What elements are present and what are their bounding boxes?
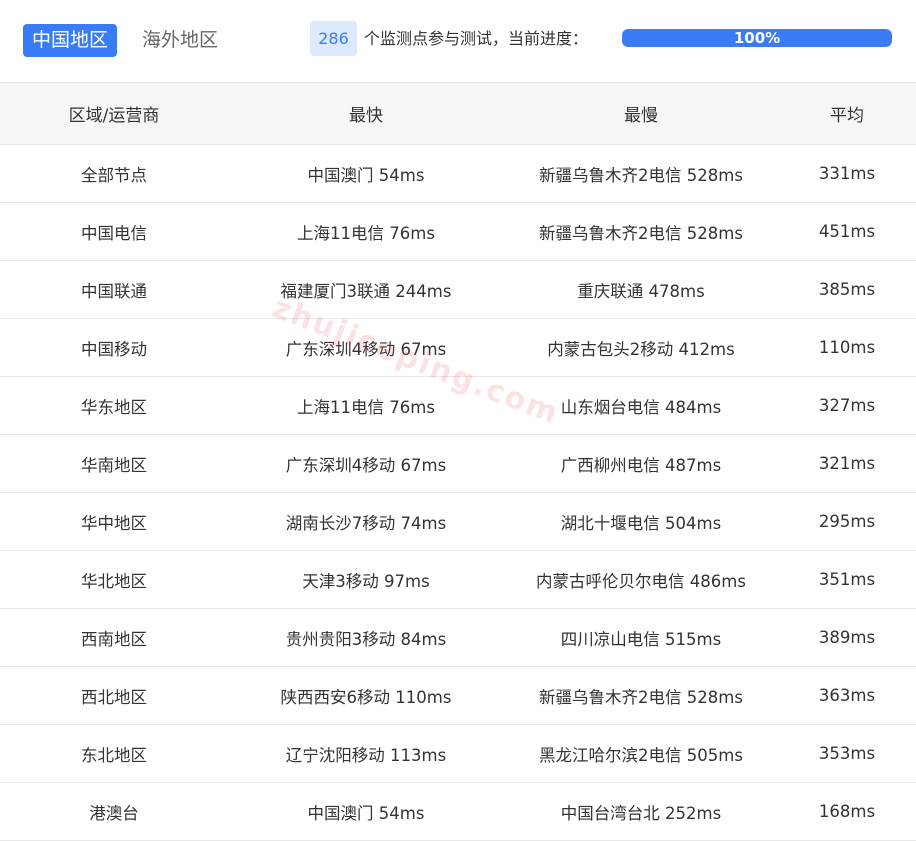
cell-fastest: 陕西西安6移动 110ms bbox=[228, 666, 504, 725]
cell-slowest: 黑龙江哈尔滨2电信 505ms bbox=[504, 724, 778, 783]
cell-slowest: 中国台湾台北 252ms bbox=[504, 782, 778, 841]
cell-slowest: 内蒙古包头2移动 412ms bbox=[504, 318, 778, 377]
table-row: 中国电信 上海11电信 76ms 新疆乌鲁木齐2电信 528ms 451ms bbox=[0, 202, 916, 261]
cell-average: 351ms bbox=[778, 550, 916, 609]
cell-average: 295ms bbox=[778, 492, 916, 551]
cell-region: 中国联通 bbox=[0, 260, 228, 319]
cell-fastest: 广东深圳4移动 67ms bbox=[228, 434, 504, 493]
table-row: 华北地区 天津3移动 97ms 内蒙古呼伦贝尔电信 486ms 351ms bbox=[0, 550, 916, 609]
cell-average: 327ms bbox=[778, 376, 916, 435]
cell-region: 西北地区 bbox=[0, 666, 228, 725]
table-row: 华中地区 湖南长沙7移动 74ms 湖北十堰电信 504ms 295ms bbox=[0, 492, 916, 551]
progress-bar: 100% bbox=[622, 29, 892, 47]
progress-label: 个监测点参与测试，当前进度： bbox=[364, 29, 589, 48]
header-region: 区域/运营商 bbox=[0, 82, 228, 145]
table-row: 东北地区 辽宁沈阳移动 113ms 黑龙江哈尔滨2电信 505ms 353ms bbox=[0, 724, 916, 783]
cell-fastest: 中国澳门 54ms bbox=[228, 782, 504, 841]
table-header-row: 区域/运营商 最快 最慢 平均 bbox=[0, 82, 916, 145]
cell-fastest: 上海11电信 76ms bbox=[228, 376, 504, 435]
cell-slowest: 内蒙古呼伦贝尔电信 486ms bbox=[504, 550, 778, 609]
table-row: 中国联通 福建厦门3联通 244ms 重庆联通 478ms 385ms bbox=[0, 260, 916, 319]
cell-region: 华北地区 bbox=[0, 550, 228, 609]
table-row: 中国移动 广东深圳4移动 67ms 内蒙古包头2移动 412ms 110ms bbox=[0, 318, 916, 377]
header-fastest: 最快 bbox=[228, 82, 504, 145]
cell-average: 168ms bbox=[778, 782, 916, 841]
cell-fastest: 广东深圳4移动 67ms bbox=[228, 318, 504, 377]
cell-slowest: 湖北十堰电信 504ms bbox=[504, 492, 778, 551]
tab-overseas[interactable]: 海外地区 bbox=[133, 24, 227, 57]
cell-fastest: 中国澳门 54ms bbox=[228, 144, 504, 203]
header-average: 平均 bbox=[778, 82, 916, 145]
cell-slowest: 新疆乌鲁木齐2电信 528ms bbox=[504, 202, 778, 261]
cell-average: 385ms bbox=[778, 260, 916, 319]
cell-region: 全部节点 bbox=[0, 144, 228, 203]
table-row: 华东地区 上海11电信 76ms 山东烟台电信 484ms 327ms bbox=[0, 376, 916, 435]
table-row: 港澳台 中国澳门 54ms 中国台湾台北 252ms 168ms bbox=[0, 782, 916, 841]
cell-slowest: 广西柳州电信 487ms bbox=[504, 434, 778, 493]
header-slowest: 最慢 bbox=[504, 82, 778, 145]
cell-fastest: 贵州贵阳3移动 84ms bbox=[228, 608, 504, 667]
cell-average: 110ms bbox=[778, 318, 916, 377]
cell-average: 389ms bbox=[778, 608, 916, 667]
cell-region: 华东地区 bbox=[0, 376, 228, 435]
top-bar: 中国地区 海外地区 286 个监测点参与测试，当前进度： 100% bbox=[0, 0, 916, 82]
cell-average: 451ms bbox=[778, 202, 916, 261]
table-row: 华南地区 广东深圳4移动 67ms 广西柳州电信 487ms 321ms bbox=[0, 434, 916, 493]
cell-average: 363ms bbox=[778, 666, 916, 725]
tab-china[interactable]: 中国地区 bbox=[23, 24, 118, 57]
cell-region: 华中地区 bbox=[0, 492, 228, 551]
table-row: 全部节点 中国澳门 54ms 新疆乌鲁木齐2电信 528ms 331ms bbox=[0, 144, 916, 203]
progress-text: 100% bbox=[733, 29, 781, 47]
cell-average: 331ms bbox=[778, 144, 916, 203]
monitor-count-badge: 286 bbox=[310, 21, 357, 56]
table-row: 西南地区 贵州贵阳3移动 84ms 四川凉山电信 515ms 389ms bbox=[0, 608, 916, 667]
table-row: 西北地区 陕西西安6移动 110ms 新疆乌鲁木齐2电信 528ms 363ms bbox=[0, 666, 916, 725]
cell-region: 西南地区 bbox=[0, 608, 228, 667]
results-table: 区域/运营商 最快 最慢 平均 全部节点 中国澳门 54ms 新疆乌鲁木齐2电信 5… bbox=[0, 82, 916, 841]
cell-slowest: 四川凉山电信 515ms bbox=[504, 608, 778, 667]
cell-slowest: 新疆乌鲁木齐2电信 528ms bbox=[504, 666, 778, 725]
table-body: 全部节点 中国澳门 54ms 新疆乌鲁木齐2电信 528ms 331ms 中国电信 上海1… bbox=[0, 144, 916, 841]
cell-region: 中国电信 bbox=[0, 202, 228, 261]
cell-slowest: 重庆联通 478ms bbox=[504, 260, 778, 319]
cell-fastest: 天津3移动 97ms bbox=[228, 550, 504, 609]
cell-slowest: 新疆乌鲁木齐2电信 528ms bbox=[504, 144, 778, 203]
cell-average: 353ms bbox=[778, 724, 916, 783]
cell-fastest: 湖南长沙7移动 74ms bbox=[228, 492, 504, 551]
cell-fastest: 辽宁沈阳移动 113ms bbox=[228, 724, 504, 783]
cell-average: 321ms bbox=[778, 434, 916, 493]
cell-region: 东北地区 bbox=[0, 724, 228, 783]
cell-region: 华南地区 bbox=[0, 434, 228, 493]
cell-region: 中国移动 bbox=[0, 318, 228, 377]
cell-region: 港澳台 bbox=[0, 782, 228, 841]
cell-fastest: 上海11电信 76ms bbox=[228, 202, 504, 261]
cell-fastest: 福建厦门3联通 244ms bbox=[228, 260, 504, 319]
cell-slowest: 山东烟台电信 484ms bbox=[504, 376, 778, 435]
